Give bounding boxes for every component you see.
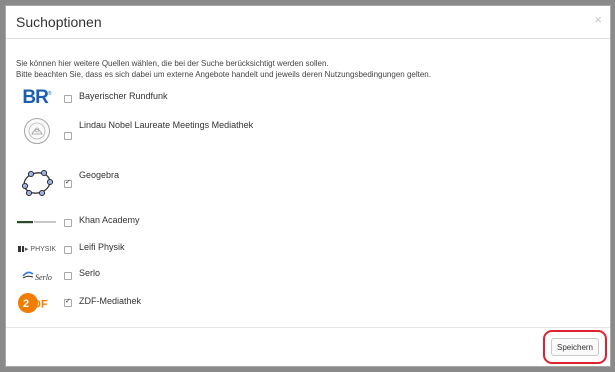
zdf-logo-icon: 2 DF bbox=[14, 290, 60, 316]
checkbox-serlo[interactable] bbox=[64, 272, 72, 280]
checkbox-bayerischer-rundfunk[interactable] bbox=[64, 95, 72, 103]
svg-text:DF: DF bbox=[33, 299, 48, 311]
option-label: Bayerischer Rundfunk bbox=[79, 91, 168, 101]
option-label: Geogebra bbox=[79, 170, 120, 180]
intro-line-1: Sie können hier weitere Quellen wählen, … bbox=[16, 59, 329, 68]
dialog-header: Suchoptionen × bbox=[6, 6, 610, 39]
option-label: Lindau Nobel Laureate Meetings Mediathek bbox=[79, 120, 254, 130]
save-button-highlight: Speichern bbox=[543, 330, 607, 364]
intro-text: Sie können hier weitere Quellen wählen, … bbox=[16, 58, 431, 80]
option-label: Leifi Physik bbox=[79, 242, 125, 252]
khan-academy-logo-icon bbox=[14, 209, 60, 235]
br-logo-icon: BR ® bbox=[22, 87, 52, 108]
dialog-footer: Speichern bbox=[6, 327, 610, 366]
save-button[interactable]: Speichern bbox=[551, 338, 599, 356]
geogebra-logo-icon bbox=[14, 164, 60, 200]
search-options-dialog: Suchoptionen × Sie können hier weitere Q… bbox=[5, 5, 611, 367]
checkbox-lindau-nobel[interactable] bbox=[64, 132, 72, 140]
leifi-physik-logo-icon: ▸ PHYSIK bbox=[14, 236, 60, 262]
close-icon[interactable]: × bbox=[594, 13, 602, 26]
checkbox-khan-academy[interactable] bbox=[64, 219, 72, 227]
svg-text:2: 2 bbox=[23, 298, 29, 310]
serlo-logo-icon: Serlo bbox=[14, 262, 60, 288]
checkbox-leifi-physik[interactable] bbox=[64, 246, 72, 254]
intro-line-2: Bitte beachten Sie, dass es sich dabei u… bbox=[16, 70, 431, 79]
checkbox-zdf-mediathek[interactable] bbox=[64, 297, 72, 307]
option-label: ZDF-Mediathek bbox=[79, 296, 142, 306]
dialog-title: Suchoptionen bbox=[16, 14, 102, 30]
checkbox-geogebra[interactable] bbox=[64, 178, 72, 188]
option-label: Khan Academy bbox=[79, 215, 140, 225]
option-label: Serlo bbox=[79, 268, 101, 278]
lindau-seal-icon bbox=[14, 111, 60, 151]
